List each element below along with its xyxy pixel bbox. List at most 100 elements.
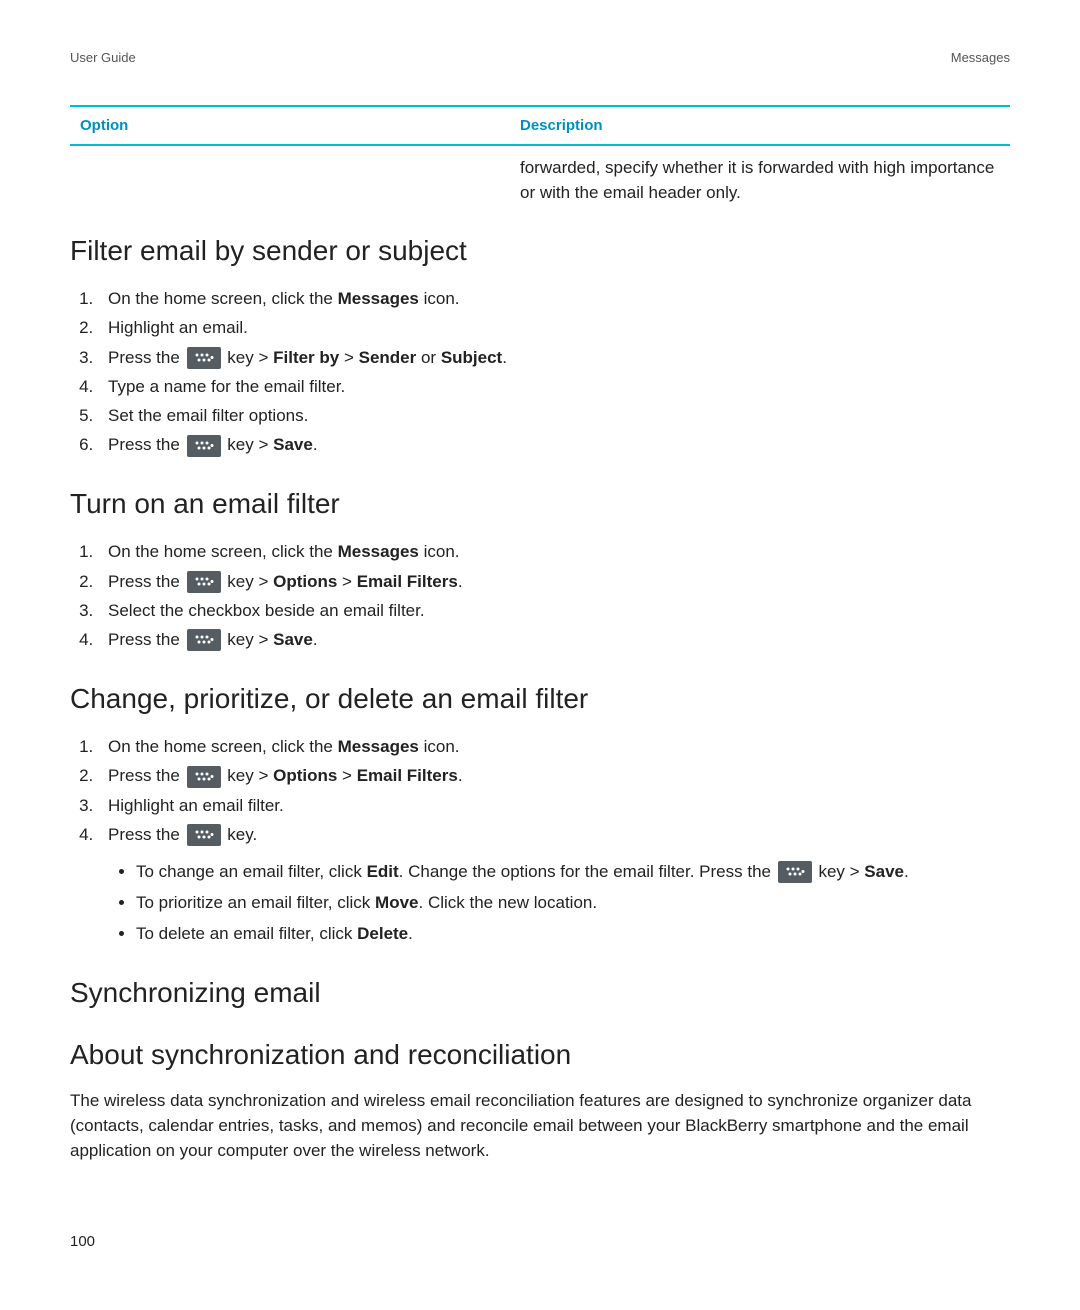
bold-text: Options [273,766,337,785]
table-cell-description: forwarded, specify whether it is forward… [520,156,1010,205]
text: > [339,348,358,367]
list-item: Press the key > Save. [98,626,1010,653]
text: key. [223,825,258,844]
text: . [458,766,463,785]
text: > [337,572,356,591]
bold-text: Sender [359,348,417,367]
text: . [502,348,507,367]
list-item: To prioritize an email filter, click Mov… [136,889,1010,916]
text: To change an email filter, click [136,862,367,881]
table-header-option: Option [80,117,520,134]
page-number: 100 [70,1233,1010,1250]
heading-synchronizing: Synchronizing email [70,977,1010,1009]
bold-text: Subject [441,348,502,367]
text: . [458,572,463,591]
text: key > [223,348,274,367]
text: . [904,862,909,881]
bold-text: Save [273,630,313,649]
list-item: Press the key > Options > Email Filters. [98,568,1010,595]
bold-text: Email Filters [357,766,458,785]
text: key > [814,862,865,881]
text: key > [223,435,274,454]
header-right: Messages [951,50,1010,65]
bold-text: Email Filters [357,572,458,591]
text: icon. [419,737,460,756]
text: Press the [108,630,185,649]
bold-text: Save [273,435,313,454]
list-item: Press the key > Save. [98,431,1010,458]
text: Press the [108,766,185,785]
steps-turn-on-filter: On the home screen, click the Messages i… [70,538,1010,653]
steps-filter-email: On the home screen, click the Messages i… [70,285,1010,458]
bold-text: Delete [357,924,408,943]
text: Press the [108,435,185,454]
table-header-description: Description [520,117,1010,134]
bold-text: Move [375,893,418,912]
sub-list: To change an email filter, click Edit. C… [108,858,1010,948]
text: key > [223,572,274,591]
text: . [313,630,318,649]
heading-turn-on-filter: Turn on an email filter [70,488,1010,520]
text: To prioritize an email filter, click [136,893,375,912]
heading-change-filter: Change, prioritize, or delete an email f… [70,683,1010,715]
text: Set the email filter options. [108,406,308,425]
text: On the home screen, click the [108,542,338,561]
text: On the home screen, click the [108,737,338,756]
text: . [408,924,413,943]
body-paragraph: The wireless data synchronization and wi… [70,1089,1010,1163]
list-item: On the home screen, click the Messages i… [98,285,1010,312]
bold-text: Options [273,572,337,591]
text: Highlight an email filter. [108,796,284,815]
list-item: Set the email filter options. [98,402,1010,429]
text: icon. [419,542,460,561]
list-item: Press the key. To change an email filter… [98,821,1010,948]
text: > [337,766,356,785]
table-header-row: Option Description [70,107,1010,144]
text: Press the [108,572,185,591]
text: Highlight an email. [108,318,248,337]
header-left: User Guide [70,50,136,65]
menu-key-icon [187,435,221,457]
list-item: To delete an email filter, click Delete. [136,920,1010,947]
text: Select the checkbox beside an email filt… [108,601,425,620]
list-item: Highlight an email. [98,314,1010,341]
bold-text: Save [864,862,904,881]
bold-text: Messages [338,542,419,561]
text: key > [223,766,274,785]
text: Press the [108,825,185,844]
menu-key-icon [187,347,221,369]
menu-key-icon [187,824,221,846]
text: key > [223,630,274,649]
bold-text: Filter by [273,348,339,367]
document-page: User Guide Messages Option Description f… [0,0,1080,1310]
text: . [313,435,318,454]
bold-text: Messages [338,289,419,308]
text: icon. [419,289,460,308]
page-header: User Guide Messages [70,50,1010,65]
list-item: Highlight an email filter. [98,792,1010,819]
text: Type a name for the email filter. [108,377,345,396]
text: On the home screen, click the [108,289,338,308]
menu-key-icon [778,861,812,883]
heading-filter-email: Filter email by sender or subject [70,235,1010,267]
text: Press the [108,348,185,367]
table-cell-option [80,156,520,205]
heading-about-sync: About synchronization and reconciliation [70,1039,1010,1071]
bold-text: Edit [367,862,399,881]
menu-key-icon [187,629,221,651]
menu-key-icon [187,571,221,593]
bold-text: Messages [338,737,419,756]
table-row: forwarded, specify whether it is forward… [70,146,1010,205]
steps-change-filter: On the home screen, click the Messages i… [70,733,1010,947]
text: To delete an email filter, click [136,924,357,943]
text: . Change the options for the email filte… [399,862,776,881]
text: or [416,348,441,367]
menu-key-icon [187,766,221,788]
list-item: To change an email filter, click Edit. C… [136,858,1010,885]
list-item: Type a name for the email filter. [98,373,1010,400]
list-item: On the home screen, click the Messages i… [98,733,1010,760]
list-item: Select the checkbox beside an email filt… [98,597,1010,624]
list-item: On the home screen, click the Messages i… [98,538,1010,565]
list-item: Press the key > Filter by > Sender or Su… [98,344,1010,371]
text: . Click the new location. [419,893,598,912]
